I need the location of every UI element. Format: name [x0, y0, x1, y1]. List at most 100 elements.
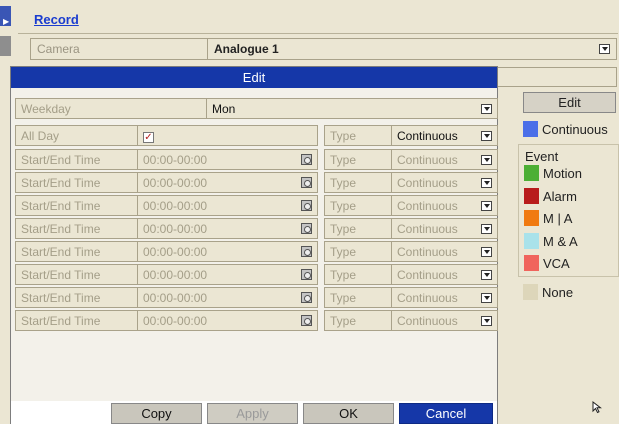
- legend-continuous: Continuous: [523, 121, 608, 137]
- type-label: Type: [324, 264, 392, 285]
- time-range-field[interactable]: 00:00-00:00: [137, 195, 318, 216]
- type-label: Type: [324, 195, 392, 216]
- start-end-time-label: Start/End Time: [15, 241, 138, 262]
- legend-vca: VCA: [524, 255, 570, 271]
- weekday-select[interactable]: Mon: [206, 98, 498, 119]
- camera-value: Analogue 1: [214, 42, 279, 56]
- copy-button[interactable]: Copy: [111, 403, 202, 424]
- camera-label: Camera: [31, 39, 208, 59]
- chevron-down-icon[interactable]: [481, 178, 492, 188]
- start-end-time-label: Start/End Time: [15, 287, 138, 308]
- apply-button[interactable]: Apply: [207, 403, 298, 424]
- camera-select-row: Camera Analogue 1: [30, 38, 617, 60]
- chevron-down-icon[interactable]: [481, 293, 492, 303]
- start-end-time-label: Start/End Time: [15, 218, 138, 239]
- dialog-button-bar: Copy Apply OK Cancel: [11, 401, 497, 424]
- m-or-a-swatch: [524, 210, 539, 226]
- type-value: Continuous: [397, 176, 458, 190]
- type-value: Continuous: [397, 199, 458, 213]
- type-label: Type: [324, 287, 392, 308]
- chevron-down-icon[interactable]: [481, 224, 492, 234]
- time-range-value: 00:00-00:00: [143, 291, 208, 305]
- legend-motion: Motion: [524, 165, 582, 181]
- type-select[interactable]: Continuous: [391, 287, 498, 308]
- time-range-field[interactable]: 00:00-00:00: [137, 218, 318, 239]
- all-day-checkbox[interactable]: ✓: [143, 132, 154, 143]
- type-select[interactable]: Continuous: [391, 149, 498, 170]
- clock-icon[interactable]: [301, 292, 312, 303]
- clock-icon[interactable]: [301, 246, 312, 257]
- dialog-title: Edit: [11, 67, 497, 88]
- type-label: Type: [324, 241, 392, 262]
- time-range-field[interactable]: 00:00-00:00: [137, 264, 318, 285]
- motion-swatch: [524, 165, 539, 181]
- type-value: Continuous: [397, 314, 458, 328]
- type-value: Continuous: [397, 268, 458, 282]
- legend-m-or-a: M | A: [524, 210, 572, 226]
- time-range-field[interactable]: 00:00-00:00: [137, 172, 318, 193]
- chevron-down-icon[interactable]: [481, 247, 492, 257]
- chevron-down-icon[interactable]: [481, 131, 492, 141]
- none-swatch: [523, 284, 538, 300]
- type-value: Continuous: [397, 222, 458, 236]
- chevron-down-icon[interactable]: [481, 104, 492, 114]
- legend-m-and-a: M & A: [524, 233, 578, 249]
- start-end-time-label: Start/End Time: [15, 172, 138, 193]
- clock-icon[interactable]: [301, 177, 312, 188]
- chevron-down-icon[interactable]: [599, 44, 610, 54]
- m-and-a-swatch: [524, 233, 539, 249]
- side-tab-inactive[interactable]: [0, 36, 11, 56]
- chevron-down-icon[interactable]: [481, 155, 492, 165]
- type-label: Type: [324, 218, 392, 239]
- mouse-pointer-icon: [592, 400, 602, 414]
- chevron-right-icon: ▶: [3, 17, 10, 26]
- edit-button[interactable]: Edit: [523, 92, 616, 113]
- chevron-down-icon[interactable]: [481, 201, 492, 211]
- clock-icon[interactable]: [301, 154, 312, 165]
- ok-button[interactable]: OK: [303, 403, 394, 424]
- type-label: Type: [324, 172, 392, 193]
- time-range-value: 00:00-00:00: [143, 314, 208, 328]
- all-day-cell: ✓: [137, 125, 318, 146]
- time-range-field[interactable]: 00:00-00:00: [137, 287, 318, 308]
- type-select[interactable]: Continuous: [391, 264, 498, 285]
- none-label: None: [542, 284, 574, 300]
- clock-icon[interactable]: [301, 315, 312, 326]
- start-end-time-label: Start/End Time: [15, 149, 138, 170]
- alarm-label: Alarm: [543, 188, 577, 204]
- type-label: Type: [324, 125, 392, 146]
- alarm-swatch: [524, 188, 539, 204]
- time-range-field[interactable]: 00:00-00:00: [137, 241, 318, 262]
- time-range-value: 00:00-00:00: [143, 199, 208, 213]
- type-select[interactable]: Continuous: [391, 125, 498, 146]
- type-select[interactable]: Continuous: [391, 241, 498, 262]
- type-select[interactable]: Continuous: [391, 195, 498, 216]
- start-end-time-label: Start/End Time: [15, 264, 138, 285]
- weekday-value: Mon: [212, 102, 236, 116]
- divider: [18, 33, 618, 34]
- record-link[interactable]: Record: [34, 12, 79, 27]
- clock-icon[interactable]: [301, 269, 312, 280]
- type-label: Type: [324, 149, 392, 170]
- event-legend: Event Motion Alarm M | A M & A VCA: [518, 144, 619, 277]
- chevron-down-icon[interactable]: [481, 316, 492, 326]
- clock-icon[interactable]: [301, 223, 312, 234]
- legend-none: None: [523, 284, 573, 300]
- type-label: Type: [324, 310, 392, 331]
- weekday-label: Weekday: [15, 98, 207, 119]
- start-end-time-label: Start/End Time: [15, 310, 138, 331]
- m-and-a-label: M & A: [543, 233, 578, 249]
- time-range-field[interactable]: 00:00-00:00: [137, 149, 318, 170]
- type-value: Continuous: [397, 153, 458, 167]
- camera-select[interactable]: Analogue 1: [208, 39, 616, 59]
- side-tab-active[interactable]: ▶: [0, 6, 11, 26]
- start-end-time-label: Start/End Time: [15, 195, 138, 216]
- chevron-down-icon[interactable]: [481, 270, 492, 280]
- type-select[interactable]: Continuous: [391, 218, 498, 239]
- cancel-button[interactable]: Cancel: [399, 403, 493, 424]
- clock-icon[interactable]: [301, 200, 312, 211]
- type-select[interactable]: Continuous: [391, 310, 498, 331]
- type-select[interactable]: Continuous: [391, 172, 498, 193]
- time-range-field[interactable]: 00:00-00:00: [137, 310, 318, 331]
- time-range-value: 00:00-00:00: [143, 153, 208, 167]
